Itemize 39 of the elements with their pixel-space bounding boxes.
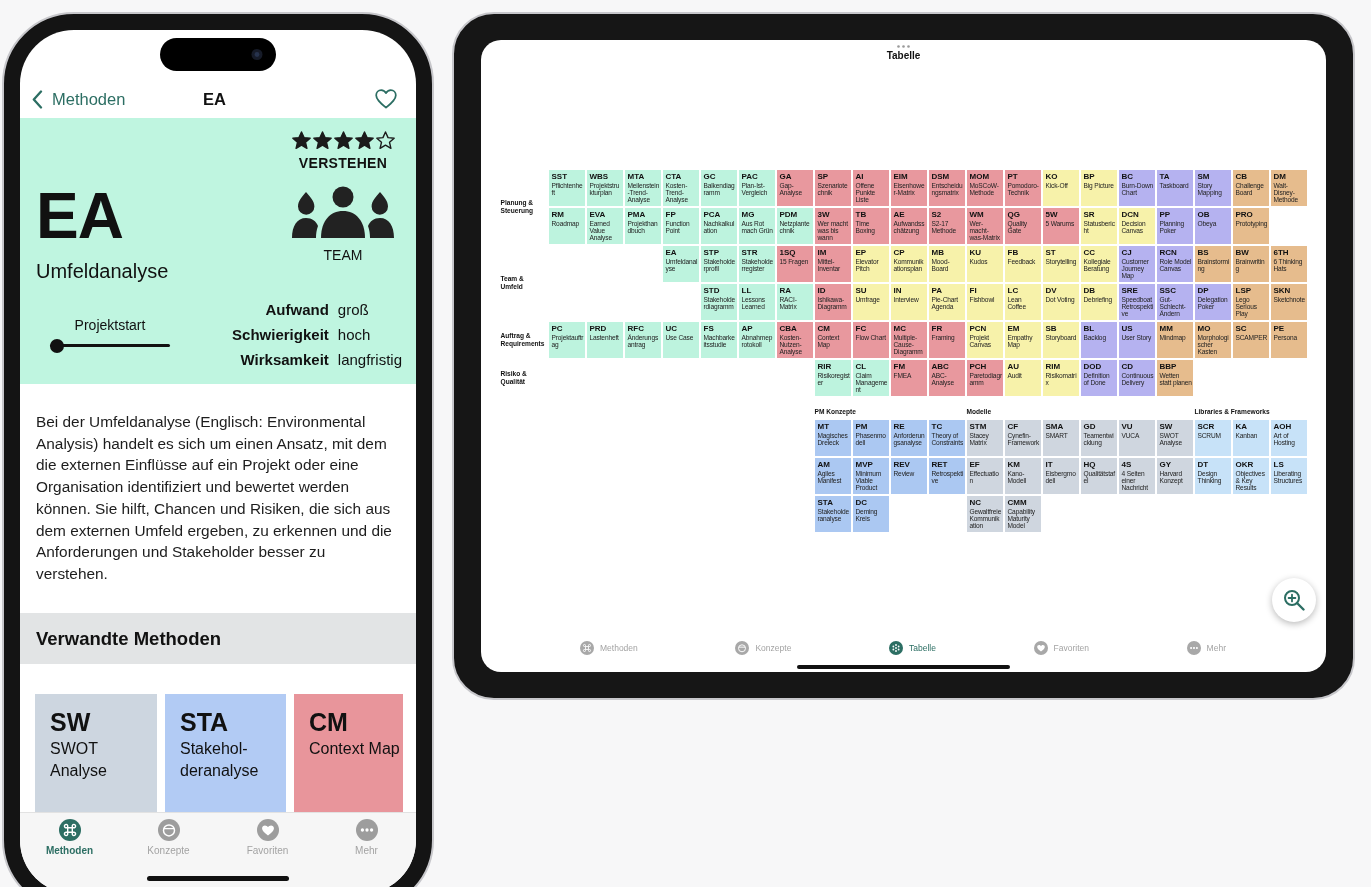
method-card[interactable]: CM Context Map (294, 694, 403, 812)
tab-item[interactable]: Methoden (24, 819, 115, 856)
command-icon (580, 641, 594, 655)
section-header: Verwandte Methoden (20, 613, 416, 664)
tab-item[interactable]: Tabelle (889, 640, 936, 656)
method-title: Umfeldanalyse (36, 260, 169, 283)
dots-icon[interactable] (897, 45, 910, 48)
attribute-value: langfristig (337, 350, 402, 370)
attribute-value: groß (337, 300, 370, 320)
attribute-label: Wirksamkeit (239, 350, 329, 370)
ring-icon (157, 819, 180, 841)
star-icon (332, 130, 354, 151)
timing-label: Projektstart (74, 317, 146, 333)
attribute-label: Aufwand (264, 300, 329, 320)
ring-icon (735, 641, 750, 655)
more-icon (1186, 641, 1201, 655)
zoom-in-icon (1283, 589, 1305, 611)
attribute-value: hoch (337, 325, 372, 345)
zoom-button[interactable] (1272, 578, 1316, 622)
screen-title: Tabelle (886, 50, 921, 62)
method-card[interactable]: SW SWOT Analyse (35, 694, 157, 812)
star-icon (290, 130, 312, 151)
command-icon (58, 819, 81, 841)
more-icon (355, 819, 378, 841)
method-code: EA (36, 184, 124, 248)
screen-title: EA (203, 89, 226, 109)
method-card[interactable]: STA Stakehol-deranalyse (165, 694, 286, 812)
audience-label: TEAM (323, 247, 363, 263)
attribute-label: Schwierigkeit (232, 325, 329, 345)
star-icon (374, 130, 396, 151)
heart-icon[interactable] (375, 89, 397, 109)
category-label: VERSTEHEN (298, 155, 388, 171)
star-icon (353, 130, 375, 151)
star-icon (311, 130, 333, 151)
method-description: Bei der Umfeldanalyse (Englisch: Environmental Analysis) handelt es sich um einen Ansatz, mit dem die externen Einflüsse auf ein Projekt oder eine Organisation identifiziert und bewertet werden können. Sie hilft, Chancen und Risiken, die sich aus dem externen Umfeld ergeben, zu erkennen und die Anforderungen und Stakeholder besser zu verstehen. (36, 412, 393, 584)
chevron-left-icon (32, 89, 43, 109)
dot-grid-icon (889, 641, 903, 655)
back-button[interactable]: Methoden (32, 89, 126, 109)
group-icon (291, 186, 395, 238)
